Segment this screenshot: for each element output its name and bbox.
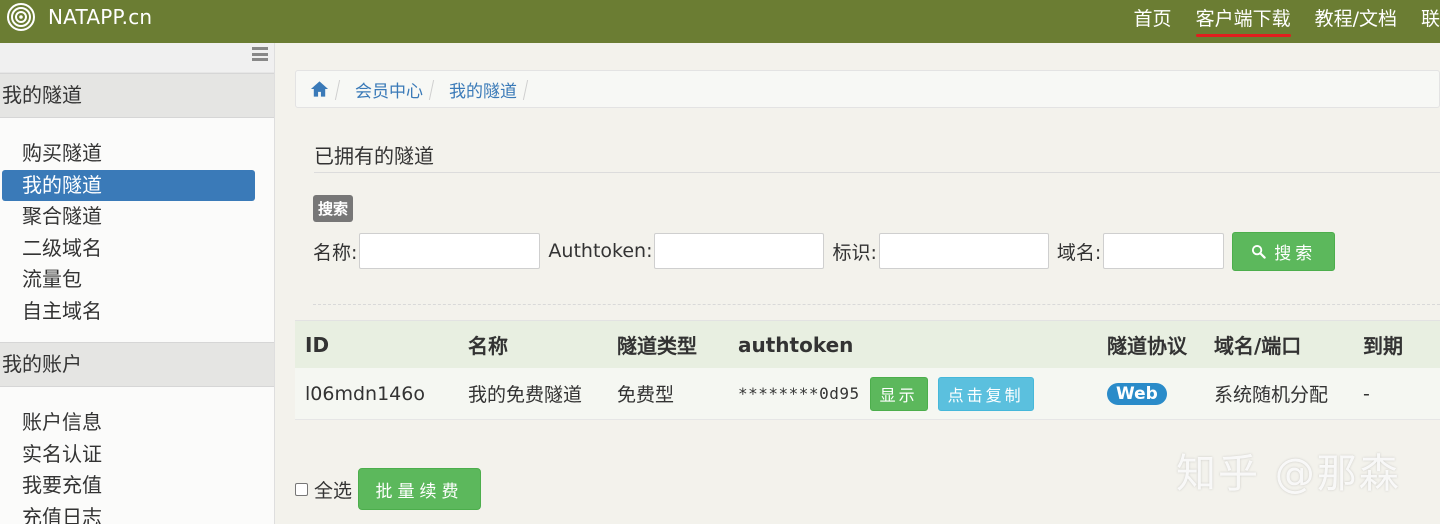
- protocol-badge: Web: [1107, 382, 1167, 405]
- copy-token-button[interactable]: 点击复制: [937, 376, 1034, 411]
- cell-domain: 系统随机分配: [1214, 384, 1329, 406]
- logo[interactable]: NATAPP.cn: [6, 2, 152, 32]
- sidebar-collapse-bar: [0, 43, 274, 73]
- batch-renew-button[interactable]: 批量续费: [358, 468, 482, 510]
- col-protocol: 隧道协议: [1107, 334, 1187, 358]
- search-divider: [313, 304, 1440, 305]
- tag-input[interactable]: [878, 233, 1049, 269]
- nav-home[interactable]: 首页: [1134, 4, 1172, 31]
- search-badge: 搜索: [313, 195, 354, 222]
- cell-protocol: Web: [1107, 382, 1167, 405]
- search-form: 名称: Authtoken: 标识: 域名: 搜索: [313, 231, 1336, 271]
- authtoken-masked: ********0d95: [738, 384, 860, 403]
- name-label: 名称:: [313, 241, 358, 264]
- search-icon: [1252, 244, 1267, 259]
- title-divider: [314, 172, 1440, 173]
- col-authtoken: authtoken: [738, 332, 854, 357]
- col-expire: 到期: [1363, 334, 1403, 358]
- menu-collapse-icon[interactable]: [252, 47, 268, 61]
- cell-id: l06mdn146o: [305, 382, 425, 405]
- nav-contact[interactable]: 联: [1421, 4, 1440, 31]
- table-row: l06mdn146o 我的免费隧道 免费型 ********0d95 显示 点击…: [295, 368, 1440, 420]
- search-button-label: 搜索: [1274, 243, 1317, 264]
- breadcrumb: 会员中心 我的隧道: [295, 70, 1440, 108]
- logo-icon: [7, 3, 35, 31]
- breadcrumb-separator: [525, 78, 535, 100]
- sidebar-item-recharge[interactable]: 我要充值: [2, 470, 255, 502]
- breadcrumb-member-center[interactable]: 会员中心: [355, 77, 423, 102]
- col-name: 名称: [468, 334, 508, 358]
- authtoken-input[interactable]: [654, 233, 825, 269]
- watermark: 知乎 @那森: [1176, 451, 1401, 497]
- page-title: 已拥有的隧道: [314, 144, 434, 168]
- select-all-label[interactable]: 全选: [314, 476, 352, 503]
- sidebar-item-aggregate-tunnels[interactable]: 聚合隧道: [2, 201, 255, 233]
- search-button[interactable]: 搜索: [1232, 231, 1336, 271]
- sidebar-account-menu: 账户信息 实名认证 我要充值 充值日志: [0, 387, 274, 524]
- select-all-checkbox[interactable]: [295, 482, 308, 496]
- col-type: 隧道类型: [617, 334, 697, 358]
- sidebar-item-real-name[interactable]: 实名认证: [2, 439, 255, 471]
- cell-type: 免费型: [617, 384, 675, 406]
- breadcrumb-my-tunnels[interactable]: 我的隧道: [449, 77, 517, 102]
- logo-text: NATAPP.cn: [48, 5, 153, 29]
- sidebar-item-traffic-pack[interactable]: 流量包: [2, 264, 255, 296]
- domain-input[interactable]: [1103, 233, 1225, 269]
- sidebar-item-my-tunnels[interactable]: 我的隧道: [2, 169, 255, 201]
- bulk-actions: 全选 批量续费: [295, 468, 482, 510]
- sidebar: 我的隧道 购买隧道 我的隧道 聚合隧道 二级域名 流量包 自主域名 我的账户 账…: [0, 43, 275, 524]
- cell-authtoken: ********0d95 显示 点击复制: [738, 376, 1034, 411]
- nav-docs[interactable]: 教程/文档: [1315, 4, 1397, 31]
- nav-client-download[interactable]: 客户端下载: [1195, 4, 1291, 37]
- sidebar-tunnel-menu: 购买隧道 我的隧道 聚合隧道 二级域名 流量包 自主域名: [0, 118, 274, 327]
- top-nav: 首页 客户端下载 教程/文档 联: [1110, 4, 1440, 37]
- cell-expire: -: [1363, 382, 1370, 405]
- sidebar-item-custom-domain[interactable]: 自主域名: [2, 296, 255, 328]
- top-navbar: NATAPP.cn 首页 客户端下载 教程/文档 联: [0, 0, 1440, 43]
- sidebar-section-tunnels[interactable]: 我的隧道: [0, 73, 274, 118]
- col-id: ID: [305, 332, 330, 357]
- sidebar-item-subdomain[interactable]: 二级域名: [2, 233, 255, 265]
- domain-label: 域名:: [1056, 241, 1102, 264]
- table-header: ID 名称 隧道类型 authtoken 隧道协议 域名/端口 到期: [295, 320, 1440, 368]
- name-input[interactable]: [359, 233, 541, 269]
- show-token-button[interactable]: 显示: [869, 376, 928, 411]
- col-domain: 域名/端口: [1214, 334, 1302, 358]
- authtoken-label: Authtoken:: [548, 240, 653, 262]
- tunnel-table: ID 名称 隧道类型 authtoken 隧道协议 域名/端口 到期 l06md…: [295, 320, 1440, 420]
- cell-name: 我的免费隧道: [468, 384, 583, 406]
- tag-label: 标识:: [832, 241, 877, 264]
- sidebar-item-recharge-log[interactable]: 充值日志: [2, 502, 255, 524]
- breadcrumb-separator: [337, 78, 347, 100]
- home-icon[interactable]: [310, 80, 329, 98]
- breadcrumb-separator: [431, 78, 441, 100]
- sidebar-section-account[interactable]: 我的账户: [0, 342, 274, 387]
- sidebar-item-account-info[interactable]: 账户信息: [2, 407, 255, 439]
- sidebar-item-buy-tunnel[interactable]: 购买隧道: [2, 138, 255, 170]
